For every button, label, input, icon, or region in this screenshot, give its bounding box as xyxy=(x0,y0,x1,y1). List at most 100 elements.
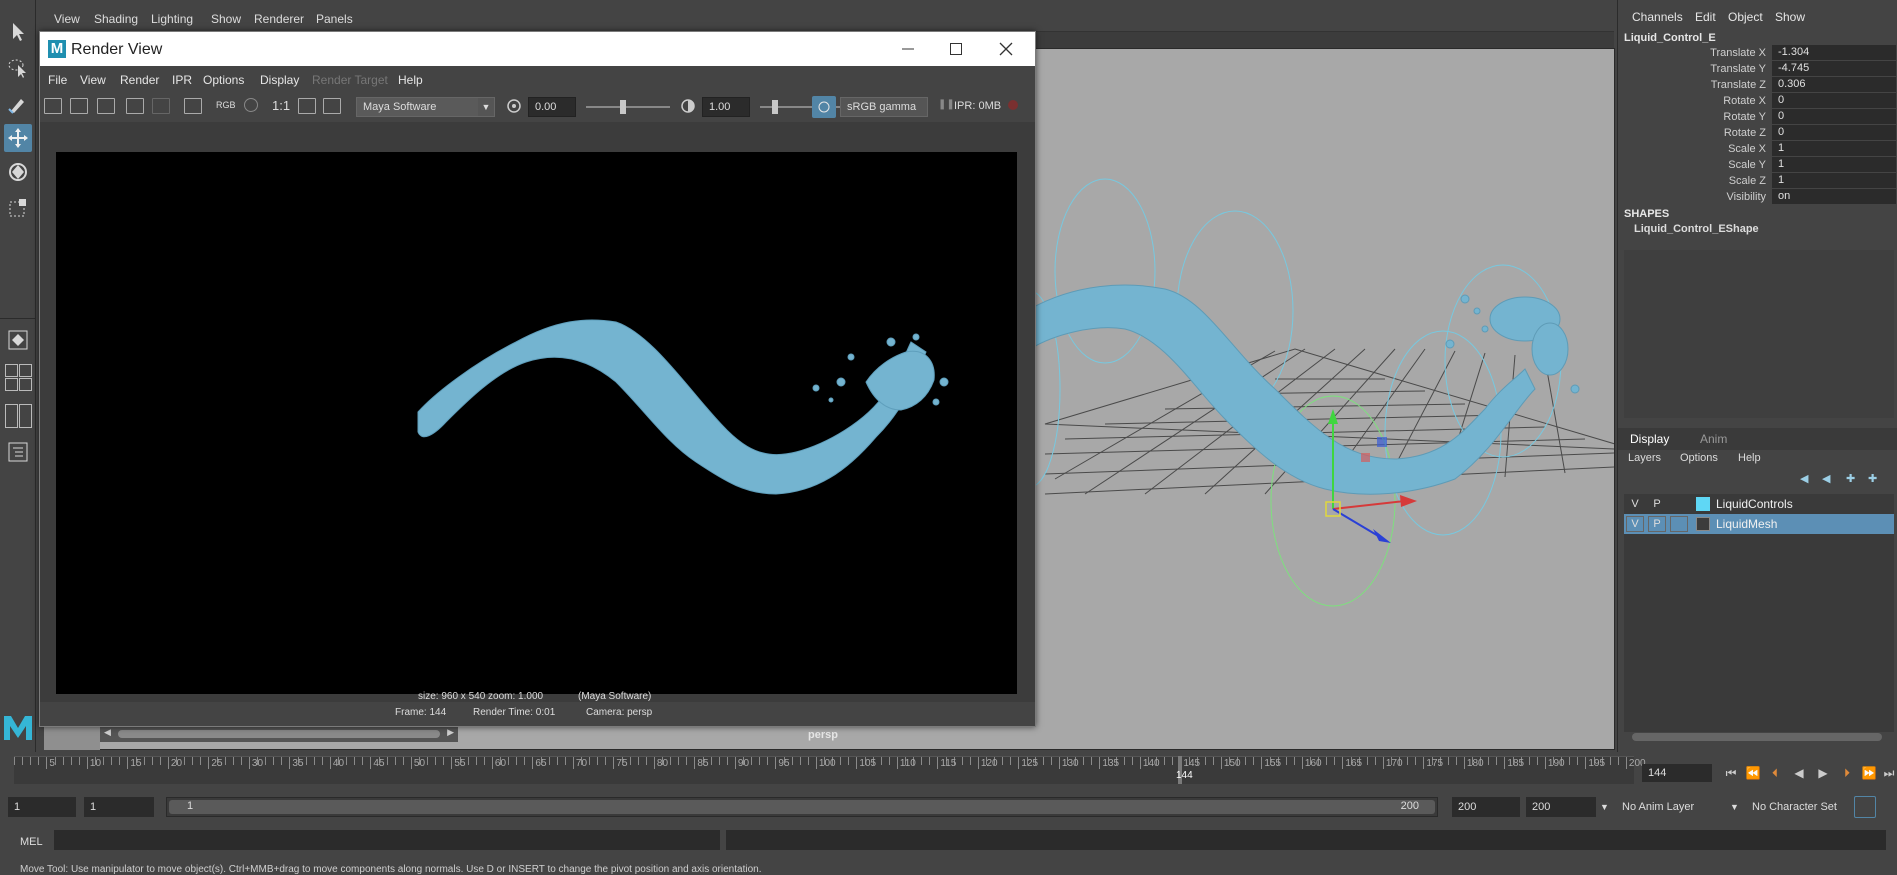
rv-menu-display[interactable]: Display xyxy=(260,73,299,87)
color-management-toggle[interactable] xyxy=(812,96,836,118)
tab-display[interactable]: Display xyxy=(1630,432,1669,446)
channels-menu[interactable]: Channels xyxy=(1632,10,1683,24)
step-back-frame-icon[interactable]: ⏴ xyxy=(1766,764,1784,782)
layer-playback-toggle[interactable]: P xyxy=(1648,516,1666,532)
scroll-right-icon[interactable]: ▶ xyxy=(447,727,454,738)
persp-graph-layout-icon[interactable] xyxy=(5,378,18,391)
rv-menu-view[interactable]: View xyxy=(80,73,106,87)
auto-key-icon[interactable] xyxy=(1854,796,1876,818)
move-layer-up-icon[interactable]: ◀ xyxy=(1800,472,1808,485)
redo-render-icon[interactable] xyxy=(44,98,62,114)
viewport-menu-show[interactable]: Show xyxy=(211,12,241,26)
channel-value[interactable]: on xyxy=(1772,189,1896,204)
layer-display-type-toggle[interactable] xyxy=(1670,516,1688,532)
move-layer-down-icon[interactable]: ◀ xyxy=(1822,472,1830,485)
layer-color-swatch[interactable] xyxy=(1696,517,1710,531)
channel-row[interactable]: Rotate Y 0 xyxy=(1618,109,1897,125)
scroll-left-icon[interactable]: ◀ xyxy=(104,727,111,738)
rv-menu-file[interactable]: File xyxy=(48,73,67,87)
viewport-menu-lighting[interactable]: Lighting xyxy=(151,12,193,26)
mel-command-input[interactable] xyxy=(54,830,720,850)
move-tool-icon[interactable] xyxy=(4,124,32,152)
render-settings-icon[interactable] xyxy=(184,98,202,114)
shape-node-name[interactable]: Liquid_Control_EShape xyxy=(1634,223,1759,235)
step-forward-frame-icon[interactable]: ⏵ xyxy=(1838,764,1856,782)
show-menu[interactable]: Show xyxy=(1775,10,1805,24)
layer-playback-toggle[interactable]: P xyxy=(1648,496,1666,512)
persp-hypershade-layout-icon[interactable] xyxy=(19,378,32,391)
real-size-button[interactable]: 1:1 xyxy=(272,98,290,113)
layer-visibility-toggle[interactable]: V xyxy=(1626,496,1644,512)
tab-anim[interactable]: Anim xyxy=(1700,432,1727,446)
channel-value[interactable]: 0.306 xyxy=(1772,77,1896,92)
frame-image-icon[interactable] xyxy=(298,98,316,114)
select-tool-icon[interactable] xyxy=(4,18,32,46)
channel-row[interactable]: Translate Z 0.306 xyxy=(1618,77,1897,93)
lasso-tool-icon[interactable] xyxy=(4,54,32,82)
channel-value[interactable]: 1 xyxy=(1772,157,1896,172)
layers-menu[interactable]: Layers xyxy=(1628,452,1661,464)
channel-row[interactable]: Rotate X 0 xyxy=(1618,93,1897,109)
viewport-menu-renderer[interactable]: Renderer xyxy=(254,12,304,26)
range-slider-thumb[interactable] xyxy=(169,800,1435,814)
maximize-button[interactable] xyxy=(934,37,978,61)
go-to-start-icon[interactable]: ⏮ xyxy=(1722,764,1740,782)
channel-value[interactable]: 1 xyxy=(1772,173,1896,188)
range-slider[interactable]: 1 200 xyxy=(166,797,1438,817)
ipr-render-icon[interactable] xyxy=(126,98,144,114)
four-view-layout-icon[interactable] xyxy=(5,364,18,377)
gamma-field[interactable]: 1.00 xyxy=(702,97,750,117)
single-perspective-view-icon[interactable] xyxy=(4,326,32,354)
layer-name[interactable]: LiquidMesh xyxy=(1716,517,1777,531)
playback-end-field[interactable]: 200 xyxy=(1452,797,1520,817)
scale-tool-icon[interactable] xyxy=(4,194,32,222)
strip-scroll-thumb[interactable] xyxy=(118,730,440,738)
channel-value[interactable]: 0 xyxy=(1772,125,1896,140)
play-forwards-icon[interactable]: ▶ xyxy=(1814,764,1832,782)
rv-menu-render[interactable]: Render xyxy=(120,73,159,87)
go-to-end-icon[interactable]: ⏭ xyxy=(1880,764,1897,782)
render-view-titlebar[interactable]: M Render View xyxy=(40,32,1035,66)
viewport-menu-panels[interactable]: Panels xyxy=(316,12,353,26)
exposure-slider[interactable] xyxy=(586,106,670,108)
mel-label[interactable]: MEL xyxy=(20,836,43,848)
exposure-field[interactable]: 0.00 xyxy=(528,97,576,117)
object-menu[interactable]: Object xyxy=(1728,10,1763,24)
rendered-image[interactable] xyxy=(56,152,1017,694)
gamma-slider-knob[interactable] xyxy=(772,100,778,114)
channel-row[interactable]: Visibility on xyxy=(1618,189,1897,205)
character-set-chevron-icon[interactable]: ▼ xyxy=(1730,797,1739,817)
minimize-button[interactable] xyxy=(886,37,930,61)
step-forward-key-icon[interactable]: ⏩ xyxy=(1860,764,1878,782)
alpha-channel-icon[interactable] xyxy=(244,98,258,112)
edit-menu[interactable]: Edit xyxy=(1695,10,1716,24)
channel-row[interactable]: Scale Y 1 xyxy=(1618,157,1897,173)
channel-row[interactable]: Translate X -1.304 xyxy=(1618,45,1897,61)
play-backwards-icon[interactable]: ◀ xyxy=(1790,764,1808,782)
anim-layer-select[interactable]: No Anim Layer xyxy=(1622,797,1694,817)
layer-row-liquid-mesh[interactable]: V P LiquidMesh xyxy=(1624,514,1894,534)
layer-row-liquid-controls[interactable]: V P LiquidControls xyxy=(1624,494,1894,514)
viewport-menu-view[interactable]: View xyxy=(54,12,80,26)
renderer-select[interactable]: Maya Software ▼ xyxy=(356,97,495,117)
paint-select-tool-icon[interactable] xyxy=(4,90,32,118)
layer-options-menu[interactable]: Options xyxy=(1680,452,1718,464)
layer-name[interactable]: LiquidControls xyxy=(1716,497,1793,511)
rv-menu-help[interactable]: Help xyxy=(398,73,423,87)
persp-outliner-layout-icon[interactable] xyxy=(19,364,32,377)
current-frame-field[interactable]: 144 xyxy=(1642,764,1712,782)
layer-display-type-toggle[interactable] xyxy=(1670,496,1688,512)
playback-start-field[interactable]: 1 xyxy=(84,797,154,817)
render-region-icon[interactable] xyxy=(70,98,88,114)
side-by-side-layout-icon[interactable] xyxy=(19,404,32,428)
remove-image-icon[interactable] xyxy=(323,98,341,114)
channel-row[interactable]: Translate Y -4.745 xyxy=(1618,61,1897,77)
anim-layer-chevron-icon[interactable]: ▼ xyxy=(1600,797,1609,817)
new-layer-icon[interactable]: ✚ xyxy=(1846,472,1855,485)
selected-object-name[interactable]: Liquid_Control_E xyxy=(1624,32,1716,44)
snapshot-icon[interactable] xyxy=(97,98,115,114)
channel-row[interactable]: Rotate Z 0 xyxy=(1618,125,1897,141)
animation-end-field[interactable]: 200 xyxy=(1526,797,1596,817)
rv-menu-options[interactable]: Options xyxy=(203,73,244,87)
rgb-channel-button[interactable]: RGB xyxy=(216,100,236,110)
